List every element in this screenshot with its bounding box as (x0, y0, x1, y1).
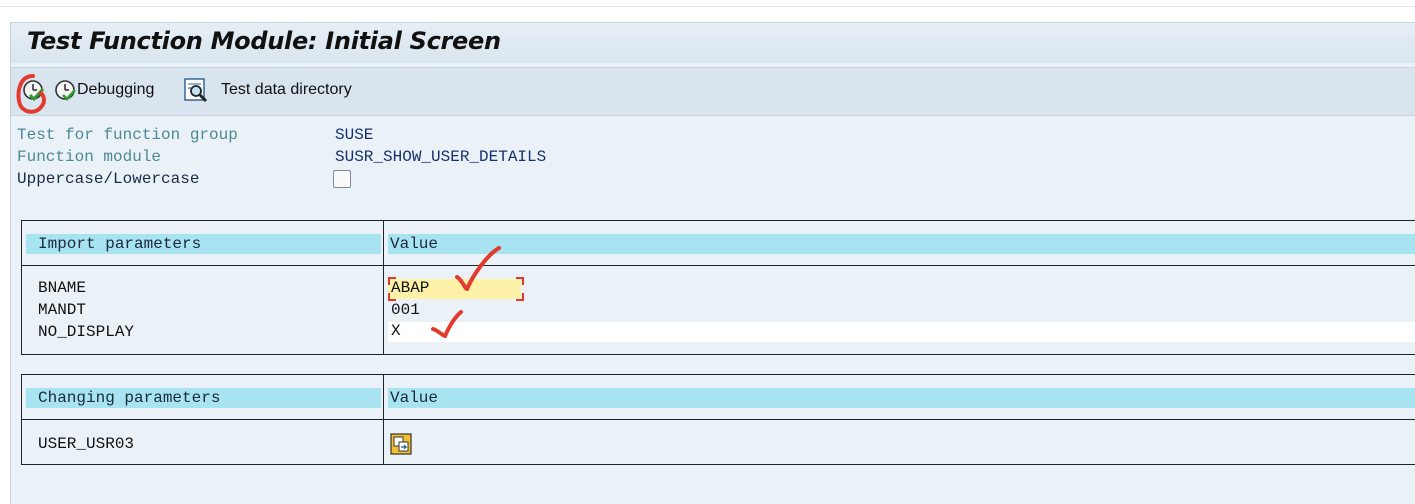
changing-value-header-band (388, 388, 1415, 408)
param-name-mandt: MANDT (38, 301, 87, 319)
test-data-directory-label: Test data directory (221, 81, 352, 98)
import-value-header-band (388, 234, 1415, 254)
execute-button[interactable] (21, 78, 45, 102)
window-top-border (0, 6, 1415, 7)
function-module-label: Function module (17, 148, 162, 166)
test-data-directory-button[interactable]: Test data directory (183, 78, 352, 103)
param-name-user-usr03: USER_USR03 (38, 435, 135, 453)
function-group-label: Test for function group (17, 126, 238, 144)
param-value-mandt-input[interactable]: 001 (388, 301, 428, 321)
import-column-divider (383, 221, 384, 354)
param-name-bname: BNAME (38, 279, 87, 297)
changing-parameters-box: Changing parameters Value USER_USR03 (21, 374, 1415, 465)
execute-icon (23, 80, 45, 102)
import-header-rule (22, 265, 1415, 266)
title-bar: Test Function Module: Initial Screen (11, 23, 1415, 63)
changing-column-divider (383, 375, 384, 464)
structure-edit-button[interactable] (390, 433, 412, 460)
case-sensitivity-label: Uppercase/Lowercase (17, 170, 200, 188)
debug-clock-icon (55, 80, 76, 101)
structure-edit-icon (390, 433, 412, 455)
param-value-no-display-input[interactable]: X (388, 322, 1415, 342)
changing-value-header: Value (390, 389, 439, 407)
function-module-value: SUSR_SHOW_USER_DETAILS (335, 148, 547, 166)
function-group-value: SUSE (335, 126, 374, 144)
changing-header-rule (22, 419, 1415, 420)
case-sensitivity-checkbox[interactable] (333, 170, 351, 188)
test-data-directory-icon (184, 78, 208, 103)
application-toolbar: Debugging Test data directory (11, 67, 1415, 116)
import-value-header: Value (390, 235, 439, 253)
changing-parameters-header: Changing parameters (38, 389, 221, 407)
import-parameters-header: Import parameters (38, 235, 202, 253)
page-title: Test Function Module: Initial Screen (27, 27, 501, 55)
sap-screen: Test Function Module: Initial Screen Deb… (10, 22, 1415, 504)
debugging-button[interactable]: Debugging (53, 78, 154, 102)
debugging-label: Debugging (77, 81, 155, 98)
import-parameters-box: Import parameters Value BNAME ABAP MANDT… (21, 220, 1415, 355)
param-name-no-display: NO_DISPLAY (38, 323, 135, 341)
param-value-bname-input[interactable]: ABAP (388, 279, 521, 299)
